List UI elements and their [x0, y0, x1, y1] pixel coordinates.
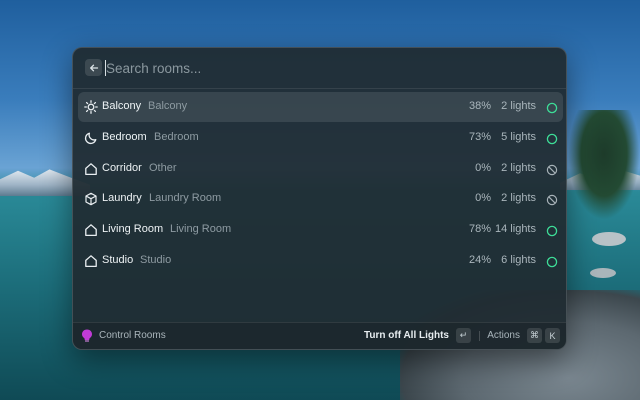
room-brightness: 73% [468, 130, 491, 143]
wallpaper-rock [590, 268, 616, 278]
room-name: Balcony [102, 100, 142, 112]
room-name: Laundry [102, 192, 142, 205]
room-type: Bedroom [154, 130, 199, 143]
room-brightness: 0% [475, 161, 491, 174]
app-name: Control Rooms [99, 330, 166, 341]
room-row[interactable]: Corridor Other 0% 2 lights [78, 154, 563, 184]
k-key-hint: K [545, 328, 560, 343]
room-row[interactable]: Living Room Living Room 78% 14 lights [78, 215, 563, 245]
footer-bar: Control Rooms Turn off All Lights ↵ Acti… [73, 322, 566, 349]
room-name: Studio [102, 253, 134, 266]
status-on-icon [546, 255, 558, 268]
cube-icon [84, 192, 98, 206]
moon-icon [84, 131, 98, 145]
command-key-hint: ⌘ [527, 328, 542, 343]
status-off-icon [546, 193, 558, 206]
home-icon [84, 254, 98, 268]
search-input[interactable] [106, 57, 526, 79]
room-type: Living Room [170, 223, 232, 236]
room-name: Corridor [102, 161, 142, 174]
room-type: Laundry Room [149, 192, 222, 205]
room-row[interactable]: Studio Studio 24% 6 lights [78, 246, 563, 276]
room-light-count: 14 lights [495, 223, 536, 236]
room-brightness: 24% [468, 253, 491, 266]
primary-action-label[interactable]: Turn off All Lights [364, 330, 449, 341]
room-list: Balcony Balcony 38% 2 lights Bedroom Bedroom 7… [78, 92, 563, 277]
status-on-icon [546, 101, 558, 114]
room-brightness: 78% [468, 223, 491, 236]
command-palette: Balcony Balcony 38% 2 lights Bedroom Bedroom 7… [72, 47, 567, 350]
footer-divider [479, 331, 480, 341]
status-on-icon [546, 224, 558, 237]
room-light-count: 2 lights [501, 161, 536, 174]
room-light-count: 5 lights [501, 130, 536, 143]
room-row[interactable]: Balcony Balcony 38% 2 lights [78, 92, 563, 122]
back-button[interactable] [85, 59, 102, 76]
room-light-count: 2 lights [501, 100, 536, 112]
status-on-icon [546, 132, 558, 145]
home-icon [84, 162, 98, 176]
app-icon [82, 329, 92, 342]
sun-icon [84, 100, 98, 114]
status-off-icon [546, 163, 558, 175]
room-row[interactable]: Laundry Laundry Room 0% 2 lights [78, 184, 563, 214]
room-name: Bedroom [102, 130, 147, 143]
room-light-count: 6 lights [501, 253, 536, 266]
home-icon [84, 223, 98, 237]
room-type: Balcony [148, 100, 188, 112]
arrow-left-icon [89, 64, 98, 71]
search-bar [73, 48, 566, 89]
room-type: Other [149, 161, 177, 174]
room-light-count: 2 lights [501, 192, 536, 205]
room-name: Living Room [102, 223, 164, 236]
enter-key-hint: ↵ [456, 328, 471, 343]
room-brightness: 38% [468, 100, 491, 112]
room-brightness: 0% [475, 192, 491, 205]
room-row[interactable]: Bedroom Bedroom 73% 5 lights [78, 123, 563, 153]
wallpaper-rock [592, 232, 626, 246]
wallpaper-trees [568, 110, 640, 220]
actions-button[interactable]: Actions [487, 330, 520, 341]
room-type: Studio [140, 253, 172, 266]
